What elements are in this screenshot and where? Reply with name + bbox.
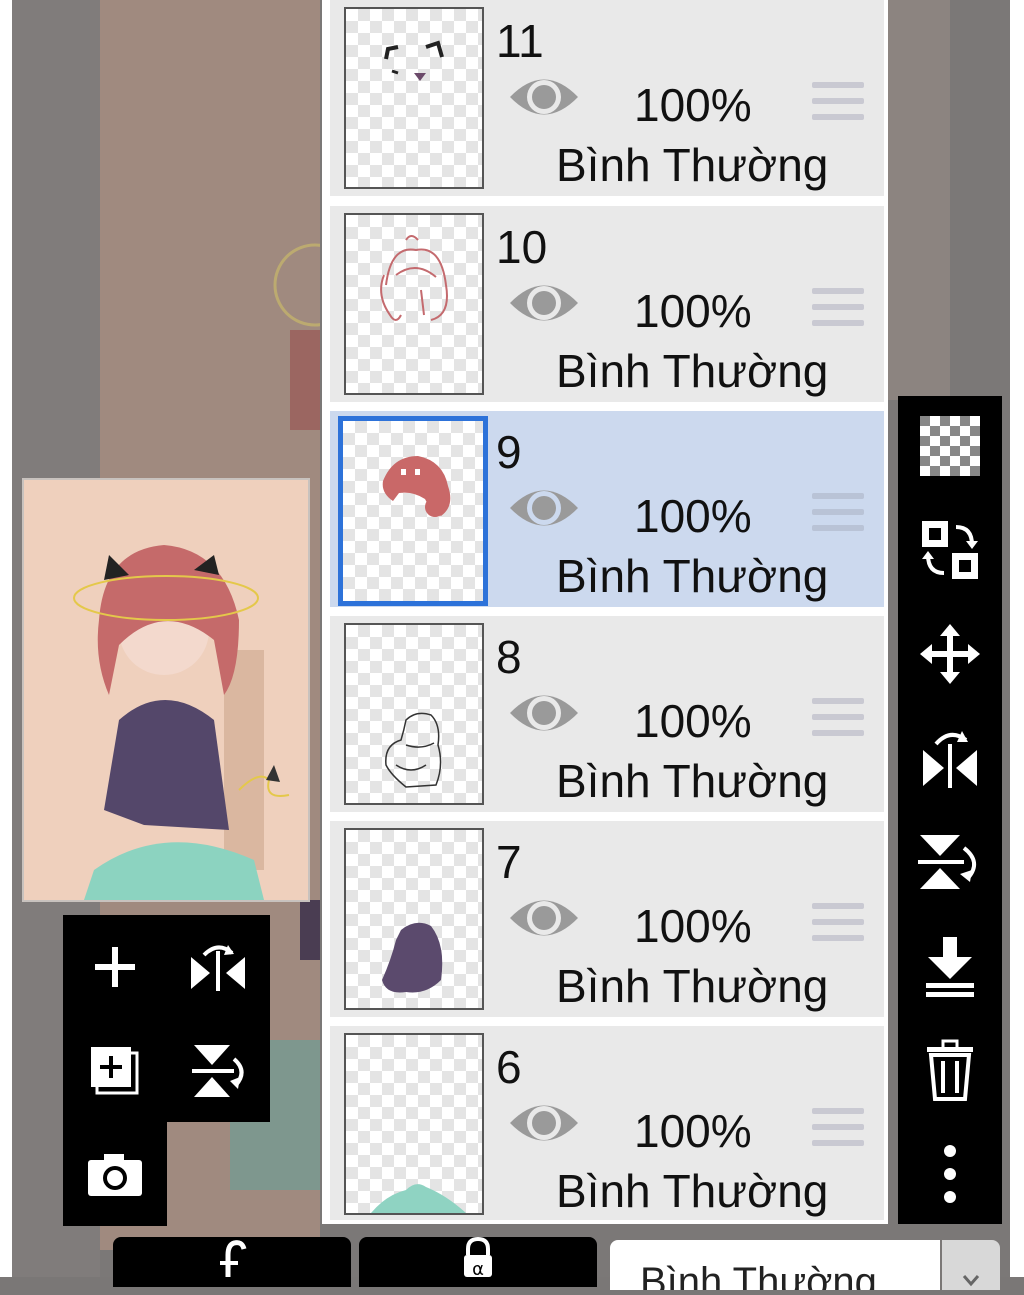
layer-number: 11 <box>496 15 544 67</box>
clipping-icon <box>220 1240 247 1277</box>
delete-layer-button[interactable] <box>898 1020 1002 1120</box>
layer-opacity[interactable]: 100% <box>634 1104 752 1158</box>
flip-vertical-icon <box>192 1045 244 1097</box>
layer-blend-mode: Bình Thường <box>556 960 829 1012</box>
layer-blend-mode: Bình Thường <box>556 755 829 807</box>
layer-number: 8 <box>496 631 522 683</box>
layer-row[interactable]: 6 100% Bình Thường <box>330 1026 884 1220</box>
visibility-eye-icon[interactable] <box>508 276 580 330</box>
flip-canvas-vertical-button[interactable] <box>166 1019 270 1123</box>
drag-handle-icon[interactable] <box>812 698 864 738</box>
clipping-button[interactable] <box>113 1237 351 1287</box>
merge-down-button[interactable] <box>898 916 1002 1016</box>
svg-text:α: α <box>472 1259 484 1277</box>
duplicate-layer-button[interactable] <box>63 1019 167 1123</box>
layer-row[interactable]: 10 100% Bình Thường <box>330 206 884 405</box>
duplicate-layer-icon <box>91 1047 139 1095</box>
layer-opacity[interactable]: 100% <box>634 78 752 132</box>
layer-number: 7 <box>496 836 522 888</box>
visibility-eye-icon[interactable] <box>508 1096 580 1150</box>
layer-blend-mode: Bình Thường <box>556 139 829 191</box>
flip-horizontal-icon <box>191 945 245 991</box>
drag-handle-icon[interactable] <box>812 1108 864 1148</box>
chevron-down-icon <box>962 1275 980 1287</box>
layer-number: 6 <box>496 1041 522 1093</box>
layer-thumbnail <box>344 7 484 189</box>
layer-opacity[interactable]: 100% <box>634 899 752 953</box>
layer-thumbnail <box>338 416 488 606</box>
swap-layer-icon <box>922 521 978 579</box>
visibility-eye-icon[interactable] <box>508 481 580 535</box>
layer-opacity[interactable]: 100% <box>634 284 752 338</box>
canvas-preview[interactable] <box>22 478 310 902</box>
alpha-lock-icon: α <box>464 1237 492 1277</box>
move-button[interactable] <box>898 604 1002 704</box>
transparency-button[interactable] <box>898 396 1002 496</box>
flip-horizontal-icon <box>923 731 977 788</box>
camera-button[interactable] <box>63 1123 167 1227</box>
layer-row-selected[interactable]: 9 100% Bình Thường <box>330 411 884 610</box>
layer-blend-mode: Bình Thường <box>556 345 829 397</box>
more-icon <box>944 1145 956 1203</box>
more-options-button[interactable] <box>898 1124 1002 1224</box>
drag-handle-icon[interactable] <box>812 903 864 943</box>
right-toolbar <box>898 396 1002 1224</box>
layer-blend-mode: Bình Thường <box>556 1165 829 1217</box>
merge-down-icon <box>926 937 974 997</box>
layer-number: 10 <box>496 221 548 273</box>
canvas-artwork-right <box>886 0 950 400</box>
blend-mode-dropdown-arrow[interactable] <box>942 1240 1000 1290</box>
camera-icon <box>88 1154 142 1196</box>
flip-vertical-icon <box>918 835 976 889</box>
visibility-eye-icon[interactable] <box>508 891 580 945</box>
screen-edge-right <box>1010 0 1024 1277</box>
blend-mode-select[interactable]: Bình Thường <box>610 1240 940 1290</box>
visibility-eye-icon[interactable] <box>508 70 580 124</box>
layer-blend-mode: Bình Thường <box>556 550 829 602</box>
flip-layer-vertical-button[interactable] <box>898 812 1002 912</box>
screen-edge-left <box>0 0 12 1277</box>
flip-layer-horizontal-button[interactable] <box>898 708 1002 808</box>
visibility-eye-icon[interactable] <box>508 686 580 740</box>
alpha-lock-button[interactable]: α <box>359 1237 597 1287</box>
layer-opacity[interactable]: 100% <box>634 694 752 748</box>
layer-row[interactable]: 8 100% Bình Thường <box>330 616 884 815</box>
drag-handle-icon[interactable] <box>812 493 864 533</box>
layers-panel: 11 100% Bình Thường 10 100% Bình Thường … <box>322 0 888 1224</box>
drag-handle-icon[interactable] <box>812 82 864 122</box>
trash-icon <box>927 1039 973 1101</box>
layer-thumbnail <box>344 1033 484 1215</box>
layer-row[interactable]: 11 100% Bình Thường <box>330 0 884 199</box>
layer-number: 9 <box>496 426 522 478</box>
flip-canvas-horizontal-button[interactable] <box>166 915 270 1019</box>
drag-handle-icon[interactable] <box>812 288 864 328</box>
add-layer-button[interactable] <box>63 915 167 1019</box>
transparency-icon <box>920 416 980 476</box>
layer-row[interactable]: 7 100% Bình Thường <box>330 821 884 1020</box>
layer-thumbnail <box>344 623 484 805</box>
add-layer-icon <box>95 947 135 987</box>
layer-opacity[interactable]: 100% <box>634 489 752 543</box>
swap-layer-button[interactable] <box>898 500 1002 600</box>
move-icon <box>920 624 980 684</box>
layer-thumbnail <box>344 213 484 395</box>
layer-thumbnail <box>344 828 484 1010</box>
